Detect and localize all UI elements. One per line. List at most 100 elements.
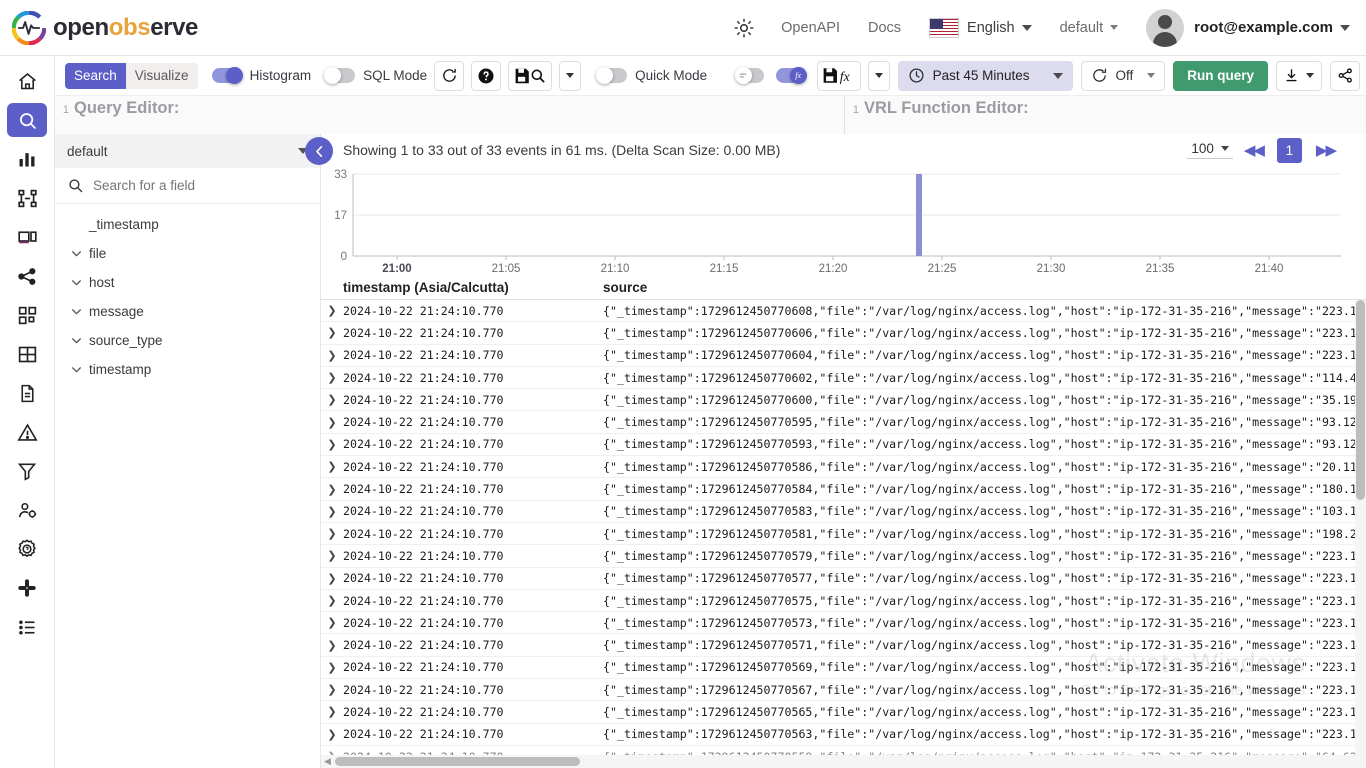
function-dropdown-button[interactable] (868, 61, 890, 91)
expand-row-icon[interactable]: ❯ (321, 705, 343, 718)
table-row[interactable]: ❯ 2024-10-22 21:24:10.770 {"_timestamp":… (321, 300, 1366, 322)
vertical-scrollbar-thumb[interactable] (1356, 300, 1365, 500)
expand-row-icon[interactable]: ❯ (321, 505, 343, 518)
quick-mode-toggle[interactable] (597, 68, 627, 83)
save-dropdown-button[interactable] (559, 61, 581, 91)
table-row[interactable]: ❯ 2024-10-22 21:24:10.770 {"_timestamp":… (321, 345, 1366, 367)
expand-row-icon[interactable]: ❯ (321, 639, 343, 652)
table-row[interactable]: ❯ 2024-10-22 21:24:10.770 {"_timestamp":… (321, 657, 1366, 679)
expand-row-icon[interactable]: ❯ (321, 438, 343, 451)
horizontal-scrollbar-thumb[interactable] (335, 757, 580, 766)
field-item-timestamp[interactable]: _timestamp (55, 210, 320, 239)
results-table-body[interactable]: ❯ 2024-10-22 21:24:10.770 {"_timestamp":… (321, 300, 1366, 764)
field-item-file[interactable]: file (55, 239, 320, 268)
scroll-left-icon[interactable]: ◀ (321, 756, 331, 767)
horizontal-scrollbar[interactable]: ◀ (321, 755, 1366, 768)
expand-row-icon[interactable]: ❯ (321, 594, 343, 607)
reload-button[interactable] (434, 61, 464, 91)
expand-row-icon[interactable]: ❯ (321, 616, 343, 629)
vrl-function-toggle[interactable]: fx (776, 68, 806, 83)
search-input[interactable] (93, 178, 283, 193)
save-search-button[interactable] (508, 61, 552, 91)
sidebar-item-metrics[interactable] (7, 142, 47, 176)
table-row[interactable]: ❯ 2024-10-22 21:24:10.770 {"_timestamp":… (321, 724, 1366, 746)
expand-row-icon[interactable]: ❯ (321, 728, 343, 741)
sidebar-item-alerts[interactable] (7, 415, 47, 449)
field-item-source-type[interactable]: source_type (55, 326, 320, 355)
tab-visualize[interactable]: Visualize (126, 63, 198, 89)
sql-mode-toggle[interactable] (325, 68, 355, 83)
table-row[interactable]: ❯ 2024-10-22 21:24:10.770 {"_timestamp":… (321, 523, 1366, 545)
sidebar-item-pipelines[interactable] (7, 259, 47, 293)
openapi-link[interactable]: OpenAPI (767, 0, 854, 56)
share-button[interactable] (1330, 61, 1360, 91)
expand-row-icon[interactable]: ❯ (321, 527, 343, 540)
stream-selector[interactable]: default (55, 134, 320, 168)
table-row[interactable]: ❯ 2024-10-22 21:24:10.770 {"_timestamp":… (321, 701, 1366, 723)
table-row[interactable]: ❯ 2024-10-22 21:24:10.770 {"_timestamp":… (321, 612, 1366, 634)
sidebar-item-iam[interactable] (7, 493, 47, 527)
collapse-sidebar-button[interactable] (305, 137, 333, 165)
table-row[interactable]: ❯ 2024-10-22 21:24:10.770 {"_timestamp":… (321, 568, 1366, 590)
help-button[interactable] (471, 61, 501, 91)
sidebar-item-rum[interactable] (7, 220, 47, 254)
query-editor[interactable]: 1 Query Editor: (55, 96, 845, 134)
page-number-1[interactable]: 1 (1277, 138, 1302, 163)
table-row[interactable]: ❯ 2024-10-22 21:24:10.770 {"_timestamp":… (321, 389, 1366, 411)
last-page-button[interactable]: ▶▶ (1311, 139, 1340, 161)
table-row[interactable]: ❯ 2024-10-22 21:24:10.770 {"_timestamp":… (321, 679, 1366, 701)
vrl-function-editor[interactable]: 1 VRL Function Editor: (845, 96, 1366, 134)
histogram-chart[interactable]: 33 17 0 21:00 21:05 21:10 21:15 21 (321, 166, 1346, 276)
sidebar-item-slack[interactable] (7, 571, 47, 605)
table-row[interactable]: ❯ 2024-10-22 21:24:10.770 {"_timestamp":… (321, 456, 1366, 478)
expand-row-icon[interactable]: ❯ (321, 349, 343, 362)
expand-row-icon[interactable]: ❯ (321, 304, 343, 317)
table-row[interactable]: ❯ 2024-10-22 21:24:10.770 {"_timestamp":… (321, 478, 1366, 500)
expand-row-icon[interactable]: ❯ (321, 326, 343, 339)
table-row[interactable]: ❯ 2024-10-22 21:24:10.770 {"_timestamp":… (321, 634, 1366, 656)
sidebar-item-functions[interactable] (7, 454, 47, 488)
expand-row-icon[interactable]: ❯ (321, 483, 343, 496)
field-item-host[interactable]: host (55, 268, 320, 297)
table-row[interactable]: ❯ 2024-10-22 21:24:10.770 {"_timestamp":… (321, 545, 1366, 567)
page-size-selector[interactable]: 100 (1187, 141, 1233, 159)
table-row[interactable]: ❯ 2024-10-22 21:24:10.770 {"_timestamp":… (321, 434, 1366, 456)
table-row[interactable]: ❯ 2024-10-22 21:24:10.770 {"_timestamp":… (321, 322, 1366, 344)
histogram-toggle[interactable] (212, 68, 242, 83)
expand-row-icon[interactable]: ❯ (321, 460, 343, 473)
theme-toggle-button[interactable] (721, 0, 767, 56)
table-row[interactable]: ❯ 2024-10-22 21:24:10.770 {"_timestamp":… (321, 367, 1366, 389)
field-item-timestamp-str[interactable]: timestamp (55, 355, 320, 384)
download-button[interactable] (1276, 61, 1322, 91)
docs-link[interactable]: Docs (854, 0, 915, 56)
brand-logo[interactable]: openobserve (12, 11, 198, 45)
sidebar-item-management[interactable] (7, 532, 47, 566)
field-item-message[interactable]: message (55, 297, 320, 326)
first-page-button[interactable]: ◀◀ (1239, 139, 1268, 161)
time-range-picker[interactable]: Past 45 Minutes (898, 61, 1074, 91)
organization-selector[interactable]: default (1046, 0, 1133, 56)
language-selector[interactable]: English (915, 0, 1046, 56)
table-row[interactable]: ❯ 2024-10-22 21:24:10.770 {"_timestamp":… (321, 501, 1366, 523)
table-row[interactable]: ❯ 2024-10-22 21:24:10.770 {"_timestamp":… (321, 590, 1366, 612)
expand-row-icon[interactable]: ❯ (321, 393, 343, 406)
expand-row-icon[interactable]: ❯ (321, 371, 343, 384)
sidebar-item-reports[interactable] (7, 376, 47, 410)
auto-refresh-picker[interactable]: Off (1081, 61, 1165, 91)
run-query-button[interactable]: Run query (1173, 61, 1268, 91)
panel-toggle[interactable] (736, 68, 764, 83)
save-function-button[interactable]: fx (817, 61, 861, 91)
sidebar-item-dashboards[interactable] (7, 298, 47, 332)
sidebar-item-search[interactable] (7, 103, 47, 137)
expand-row-icon[interactable]: ❯ (321, 549, 343, 562)
sidebar-item-streams[interactable] (7, 337, 47, 371)
table-row[interactable]: ❯ 2024-10-22 21:24:10.770 {"_timestamp":… (321, 411, 1366, 433)
sidebar-item-home[interactable] (7, 64, 47, 98)
user-menu[interactable]: root@example.com (1132, 0, 1366, 56)
sidebar-item-about[interactable] (7, 610, 47, 644)
tab-search[interactable]: Search (65, 63, 126, 89)
sidebar-item-traces[interactable] (7, 181, 47, 215)
expand-row-icon[interactable]: ❯ (321, 416, 343, 429)
expand-row-icon[interactable]: ❯ (321, 683, 343, 696)
vertical-scrollbar[interactable] (1355, 300, 1366, 764)
